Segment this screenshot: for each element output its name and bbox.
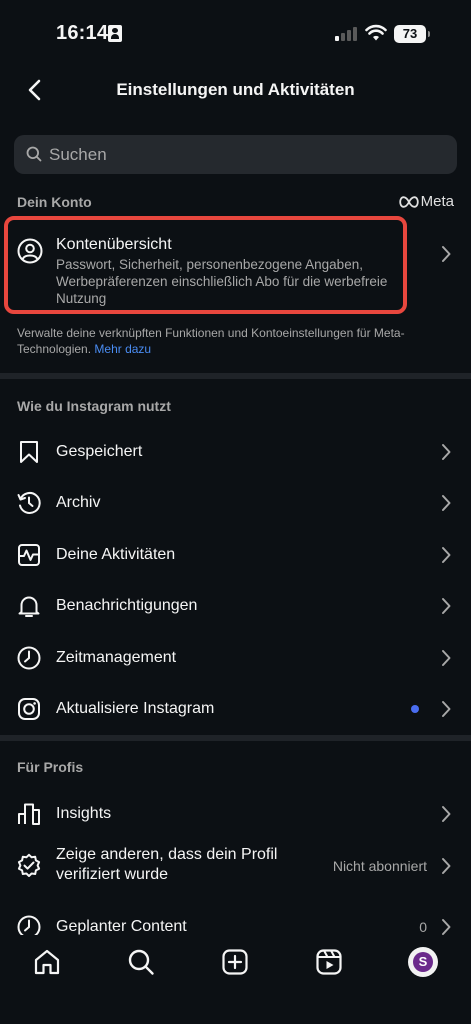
search-placeholder: Suchen <box>49 145 107 164</box>
portrait-lock-icon <box>108 25 122 42</box>
instagram-icon <box>18 698 40 720</box>
settings-row-activity[interactable]: Deine Aktivitäten <box>0 530 471 580</box>
chevron-right-icon <box>442 701 451 717</box>
create-icon[interactable] <box>220 947 250 977</box>
verified-badge-icon <box>17 853 41 877</box>
search-icon <box>26 146 42 162</box>
wifi-icon <box>365 24 387 41</box>
update-badge-dot <box>411 705 419 713</box>
section-label-how-you-use: Wie du Instagram nutzt <box>17 398 171 414</box>
row-label: Insights <box>56 805 112 822</box>
section-divider <box>0 735 471 741</box>
home-icon[interactable] <box>32 947 62 977</box>
activity-icon <box>18 544 40 566</box>
battery-indicator: 73 <box>394 25 430 43</box>
status-bar: 16:14 73 <box>0 0 471 68</box>
bottom-tab-bar: S <box>0 935 471 1024</box>
info-description: Verwalte deine verknüpften Funktionen un… <box>17 326 405 356</box>
chevron-right-icon <box>442 444 451 460</box>
section-label-your-account: Dein Konto <box>17 194 92 210</box>
bell-icon <box>18 596 40 617</box>
search-input[interactable]: Suchen <box>14 135 457 174</box>
header: Einstellungen und Aktivitäten <box>0 68 471 114</box>
settings-row-archive[interactable]: Archiv <box>0 478 471 528</box>
settings-row-verified[interactable]: Zeige anderen, dass dein Profil verifizi… <box>0 845 471 887</box>
row-label: Archiv <box>56 494 101 511</box>
settings-row-update-instagram[interactable]: Aktualisiere Instagram <box>0 684 471 734</box>
section-divider <box>0 373 471 379</box>
chevron-right-icon <box>442 858 451 874</box>
page-title: Einstellungen und Aktivitäten <box>116 80 355 99</box>
row-label: Benachrichtigungen <box>56 597 198 614</box>
avatar-letter: S <box>413 952 433 972</box>
row-label: Aktualisiere Instagram <box>56 700 215 717</box>
row-label: Geplanter Content <box>56 918 187 935</box>
settings-row-saved[interactable]: Gespeichert <box>0 427 471 477</box>
account-info-text: Verwalte deine verknüpften Funktionen un… <box>17 325 457 357</box>
section-label-for-pros: Für Profis <box>17 759 84 775</box>
chevron-right-icon <box>442 919 451 935</box>
bookmark-icon <box>20 441 38 463</box>
subscription-status: Nicht abonniert <box>332 858 427 874</box>
archive-icon <box>17 492 41 514</box>
row-label: Deine Aktivitäten <box>56 546 176 563</box>
chevron-right-icon <box>442 246 451 262</box>
highlight-annotation <box>4 216 407 314</box>
cellular-signal-icon <box>335 27 359 41</box>
row-label: Zeige anderen, dass dein Profil verifizi… <box>56 846 278 883</box>
settings-row-insights[interactable]: Insights <box>0 789 471 839</box>
settings-row-notifications[interactable]: Benachrichtigungen <box>0 581 471 631</box>
search-icon[interactable] <box>126 947 156 977</box>
chevron-right-icon <box>442 547 451 563</box>
chevron-right-icon <box>442 495 451 511</box>
status-time: 16:14 <box>56 22 109 44</box>
clock-icon <box>17 646 41 670</box>
meta-infinity-icon <box>398 195 419 208</box>
insights-icon <box>18 803 40 825</box>
learn-more-link[interactable]: Mehr dazu <box>94 342 151 356</box>
row-label: Zeitmanagement <box>56 649 177 666</box>
scheduled-count: 0 <box>419 919 427 935</box>
chevron-right-icon <box>442 806 451 822</box>
chevron-right-icon <box>442 650 451 666</box>
reels-icon[interactable] <box>314 947 344 977</box>
meta-brand-text: Meta <box>420 193 454 210</box>
row-label: Gespeichert <box>56 443 143 460</box>
settings-row-time-management[interactable]: Zeitmanagement <box>0 633 471 683</box>
chevron-right-icon <box>442 598 451 614</box>
meta-logo: Meta <box>398 193 454 210</box>
profile-avatar[interactable]: S <box>408 947 438 977</box>
